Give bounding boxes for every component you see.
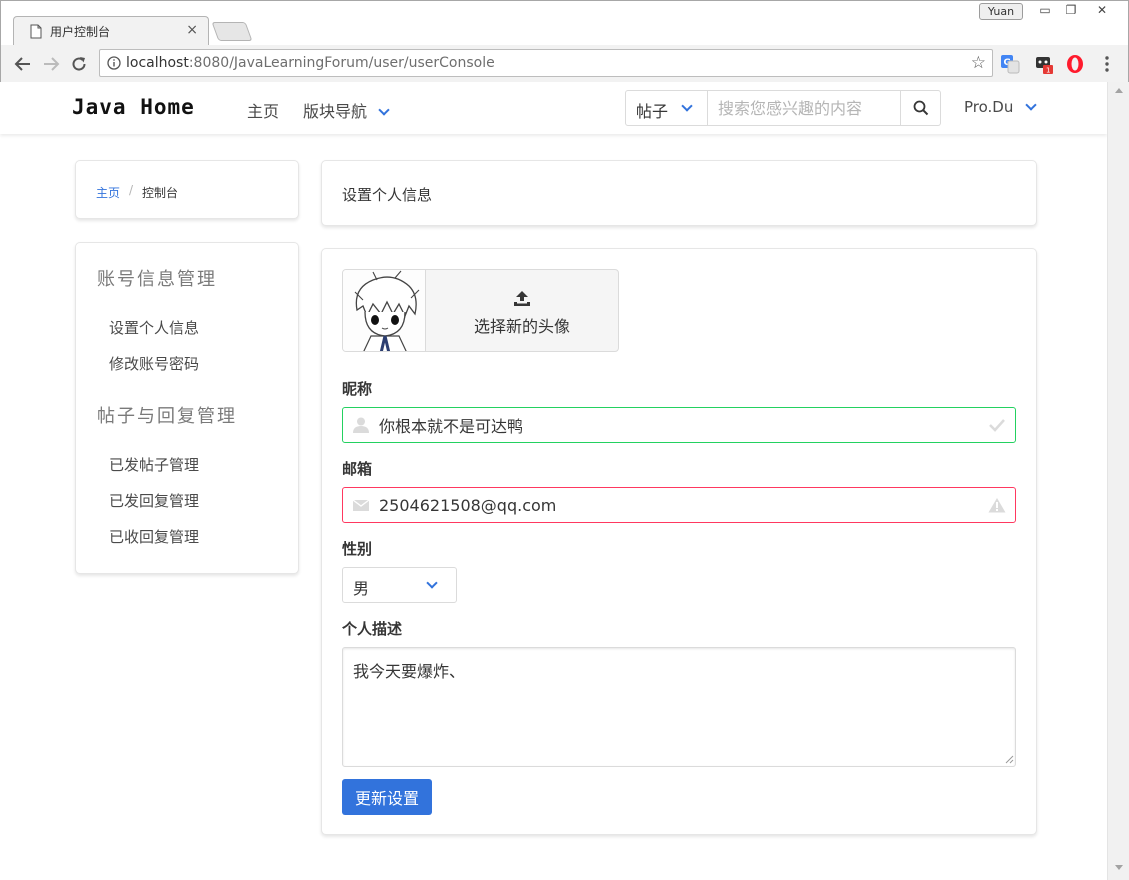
extension-icon[interactable]: 1 [1034, 54, 1054, 74]
info-icon[interactable] [107, 56, 121, 70]
menu-label-posts: 帖子与回复管理 [97, 406, 237, 427]
url-path: :8080/JavaLearningForum/user/userConsole [188, 55, 495, 71]
title-bar: 用户控制台 × Yuan ▭ ❐ ✕ [1, 1, 1128, 46]
reload-icon[interactable] [67, 52, 91, 76]
breadcrumb-separator: / [129, 183, 134, 197]
restore-icon[interactable]: ❐ [1058, 2, 1084, 19]
nickname-input[interactable] [379, 408, 979, 442]
tab-title: 用户控制台 [50, 25, 111, 39]
chevron-down-icon [378, 104, 390, 116]
address-bar[interactable]: localhost:8080/JavaLearningForum/user/us… [99, 49, 993, 77]
search-group: 帖子 [625, 90, 941, 126]
brand-logo[interactable]: Java Home [72, 95, 195, 119]
menu-label-account: 账号信息管理 [97, 269, 217, 290]
extension-badge: 1 [1046, 67, 1050, 75]
translate-extension-icon[interactable]: G [1000, 54, 1020, 74]
bio-label: 个人描述 [342, 620, 403, 638]
nickname-label: 昵称 [342, 380, 373, 398]
email-input[interactable] [379, 488, 979, 522]
user-name: Pro.Du [964, 98, 1014, 116]
email-field [342, 487, 1016, 523]
sidebar-item-profile[interactable]: 设置个人信息 [109, 317, 199, 338]
upload-icon [514, 291, 530, 306]
user-menu-dropdown[interactable]: Pro.Du [964, 98, 1037, 116]
minimize-icon[interactable]: ▭ [1032, 2, 1058, 19]
sidebar-item-received-replies[interactable]: 已收回复管理 [109, 526, 199, 547]
warning-icon [988, 498, 1006, 513]
breadcrumb-current: 控制台 [142, 186, 179, 200]
search-button[interactable] [901, 90, 941, 126]
page-title: 设置个人信息 [342, 186, 433, 204]
site-navbar: Java Home 主页 版块导航 帖子 Pro.Du [0, 82, 1107, 134]
nav-home-link[interactable]: 主页 [247, 98, 279, 122]
search-scope-select[interactable]: 帖子 [625, 90, 708, 126]
url-text: localhost:8080/JavaLearningForum/user/us… [126, 55, 495, 71]
profile-badge[interactable]: Yuan [979, 3, 1023, 20]
sidebar-item-my-replies[interactable]: 已发回复管理 [109, 490, 199, 511]
page-scrollbar[interactable] [1107, 82, 1129, 880]
update-settings-button[interactable]: 更新设置 [342, 779, 432, 815]
envelope-icon [352, 499, 370, 511]
opera-icon[interactable] [1065, 54, 1085, 74]
upload-avatar-button[interactable]: 选择新的头像 [425, 269, 619, 352]
new-tab-button[interactable] [211, 22, 253, 41]
more-menu-icon[interactable] [1095, 52, 1119, 76]
gender-select-value: 男 [353, 579, 370, 598]
back-icon[interactable] [11, 52, 35, 76]
nickname-field [342, 407, 1016, 443]
gender-label: 性别 [342, 540, 373, 558]
profile-form: 选择新的头像 昵称 邮箱 性别 男 个人描述 我今天要爆炸、 更新设置 [321, 248, 1037, 835]
tab-close-icon[interactable]: × [186, 22, 198, 38]
breadcrumb-home-link[interactable]: 主页 [96, 184, 120, 201]
gender-select[interactable]: 男 [342, 567, 457, 603]
chevron-down-icon [426, 577, 438, 589]
page-icon [30, 24, 42, 39]
search-input[interactable] [708, 90, 901, 126]
scroll-down-icon[interactable] [1115, 865, 1123, 870]
chevron-down-icon [681, 100, 693, 112]
resize-handle-icon[interactable] [1005, 755, 1014, 764]
url-host: localhost [126, 55, 189, 71]
email-label: 邮箱 [342, 460, 373, 478]
upload-avatar-label: 选择新的头像 [473, 317, 570, 336]
check-icon [989, 419, 1005, 432]
sidebar-item-password[interactable]: 修改账号密码 [109, 353, 199, 374]
search-scope-value: 帖子 [636, 102, 669, 121]
close-window-icon[interactable]: ✕ [1084, 2, 1120, 19]
page-heading-card: 设置个人信息 [321, 160, 1037, 226]
avatar [342, 269, 426, 352]
window-controls: ▭ ❐ ✕ [1032, 2, 1120, 19]
sidebar-item-my-posts[interactable]: 已发帖子管理 [109, 454, 199, 475]
chevron-down-icon [1025, 99, 1037, 111]
bio-textarea[interactable]: 我今天要爆炸、 [342, 647, 1016, 767]
avatar-image [343, 270, 425, 351]
browser-tab[interactable]: 用户控制台 × [13, 16, 209, 46]
forward-icon[interactable] [39, 52, 63, 76]
sidebar-menu: 账号信息管理 设置个人信息 修改账号密码 帖子与回复管理 已发帖子管理 已发回复… [75, 242, 299, 574]
user-icon [353, 417, 369, 433]
search-icon [913, 100, 928, 116]
browser-toolbar: localhost:8080/JavaLearningForum/user/us… [1, 45, 1128, 83]
scroll-up-icon[interactable] [1115, 88, 1123, 93]
bookmark-star-icon[interactable]: ☆ [971, 53, 986, 73]
nav-sections-label: 版块导航 [303, 102, 368, 121]
nav-sections-dropdown[interactable]: 版块导航 [303, 98, 390, 122]
browser-chrome: 用户控制台 × Yuan ▭ ❐ ✕ localhost:8080/JavaLe… [0, 0, 1129, 83]
breadcrumb: 主页 / 控制台 [75, 160, 299, 219]
